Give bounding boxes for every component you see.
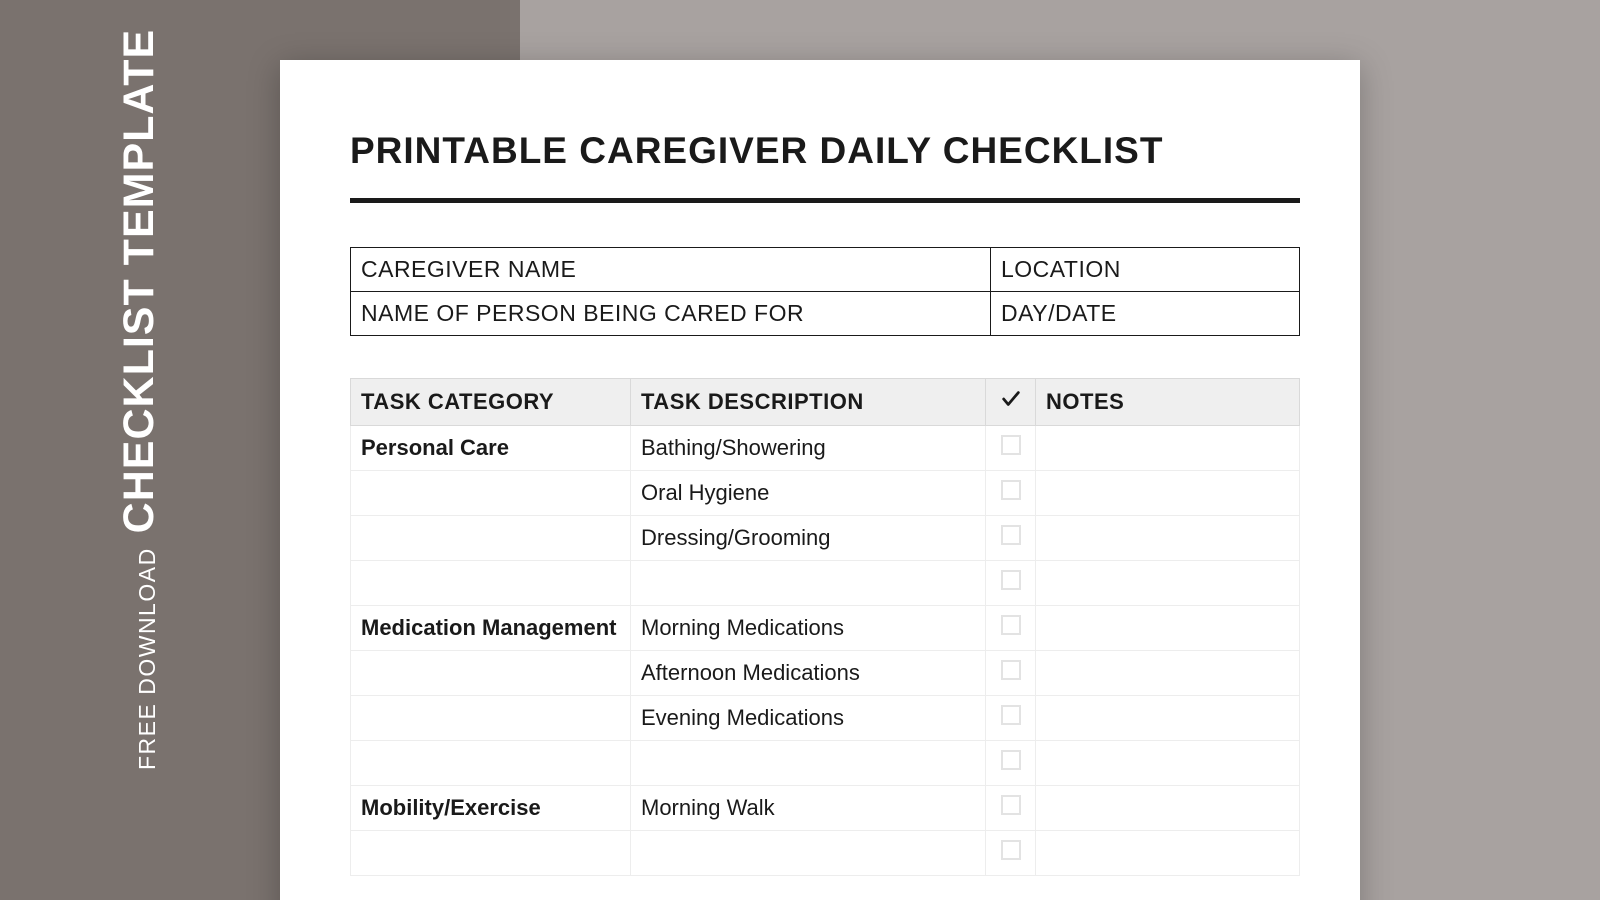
task-description: Oral Hygiene <box>631 471 986 516</box>
task-description: Evening Medications <box>631 696 986 741</box>
task-description: Morning Walk <box>631 786 986 831</box>
task-checkbox[interactable] <box>1001 840 1021 860</box>
location-cell: LOCATION <box>991 248 1300 292</box>
info-row-2: NAME OF PERSON BEING CARED FOR DAY/DATE <box>351 292 1300 336</box>
info-table: CAREGIVER NAME LOCATION NAME OF PERSON B… <box>350 247 1300 336</box>
task-checkbox[interactable] <box>1001 480 1021 500</box>
task-checkbox[interactable] <box>1001 705 1021 725</box>
table-row: Evening Medications <box>351 696 1300 741</box>
page-title: PRINTABLE CAREGIVER DAILY CHECKLIST <box>350 130 1300 172</box>
category-label: Personal Care <box>361 435 509 460</box>
info-row-1: CAREGIVER NAME LOCATION <box>351 248 1300 292</box>
category-label: Mobility/Exercise <box>361 795 541 820</box>
sidebar-large-text: CHECKLIST TEMPLATE <box>120 29 159 534</box>
checkmark-icon <box>1000 388 1022 410</box>
task-notes[interactable] <box>1036 786 1300 831</box>
header-category: TASK CATEGORY <box>351 379 631 426</box>
task-notes[interactable] <box>1036 516 1300 561</box>
task-description: Afternoon Medications <box>631 651 986 696</box>
task-description: Dressing/Grooming <box>631 516 986 561</box>
task-table: TASK CATEGORY TASK DESCRIPTION NOTES Per… <box>350 378 1300 876</box>
task-notes[interactable] <box>1036 606 1300 651</box>
task-checkbox[interactable] <box>1001 750 1021 770</box>
day-date-cell: DAY/DATE <box>991 292 1300 336</box>
category-label: Medication Management <box>361 615 616 640</box>
title-rule <box>350 198 1300 203</box>
table-row: Personal Care Bathing/Showering <box>351 426 1300 471</box>
task-checkbox[interactable] <box>1001 435 1021 455</box>
sidebar-label: FREE DOWNLOAD CHECKLIST TEMPLATE <box>120 29 159 770</box>
table-row: Oral Hygiene <box>351 471 1300 516</box>
header-check <box>986 379 1036 426</box>
task-description: Bathing/Showering <box>631 426 986 471</box>
task-notes[interactable] <box>1036 831 1300 876</box>
task-notes[interactable] <box>1036 561 1300 606</box>
header-notes: NOTES <box>1036 379 1300 426</box>
table-row <box>351 831 1300 876</box>
task-header-row: TASK CATEGORY TASK DESCRIPTION NOTES <box>351 379 1300 426</box>
document-page: PRINTABLE CAREGIVER DAILY CHECKLIST CARE… <box>280 60 1360 900</box>
table-row: Dressing/Grooming <box>351 516 1300 561</box>
sidebar-small-text: FREE DOWNLOAD <box>136 547 159 770</box>
task-description <box>631 561 986 606</box>
task-notes[interactable] <box>1036 651 1300 696</box>
task-checkbox[interactable] <box>1001 525 1021 545</box>
task-description <box>631 741 986 786</box>
table-row: Afternoon Medications <box>351 651 1300 696</box>
task-notes[interactable] <box>1036 471 1300 516</box>
header-description: TASK DESCRIPTION <box>631 379 986 426</box>
cared-for-cell: NAME OF PERSON BEING CARED FOR <box>351 292 991 336</box>
stage: FREE DOWNLOAD CHECKLIST TEMPLATE PRINTAB… <box>0 0 1600 900</box>
table-row <box>351 741 1300 786</box>
table-row: Mobility/Exercise Morning Walk <box>351 786 1300 831</box>
caregiver-name-cell: CAREGIVER NAME <box>351 248 991 292</box>
task-checkbox[interactable] <box>1001 570 1021 590</box>
task-body: Personal Care Bathing/Showering Oral Hyg… <box>351 426 1300 876</box>
task-checkbox[interactable] <box>1001 615 1021 635</box>
task-description: Morning Medications <box>631 606 986 651</box>
task-notes[interactable] <box>1036 741 1300 786</box>
task-notes[interactable] <box>1036 696 1300 741</box>
task-checkbox[interactable] <box>1001 660 1021 680</box>
task-notes[interactable] <box>1036 426 1300 471</box>
task-checkbox[interactable] <box>1001 795 1021 815</box>
table-row <box>351 561 1300 606</box>
task-description <box>631 831 986 876</box>
table-row: Medication Management Morning Medication… <box>351 606 1300 651</box>
